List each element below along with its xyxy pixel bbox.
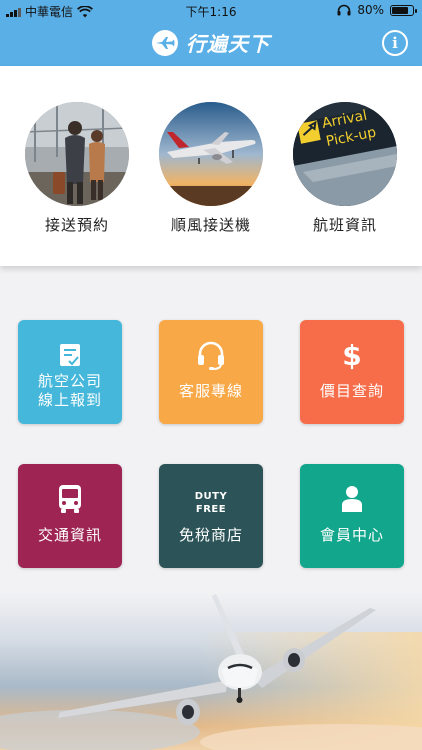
battery-icon [390, 4, 417, 16]
airline-checkin-label: 航空公司 線上報到 [18, 372, 122, 410]
transport-info-tile[interactable]: 交通資訊 [18, 464, 122, 568]
headphones-icon [337, 4, 351, 16]
arrival-sign-photo: Arrival Pick-up [293, 102, 397, 206]
airline-checkin-line2: 線上報到 [37, 391, 102, 409]
brand: 行遍天下 [0, 28, 422, 57]
booking-item[interactable]: 接送預約 [25, 102, 129, 235]
status-right: 80% [337, 3, 417, 17]
price-inquiry-label: 價目查詢 [319, 382, 384, 400]
duty-free-icon: DUTY FREE [159, 488, 263, 518]
headset-icon [159, 340, 263, 370]
bus-icon [18, 484, 122, 514]
member-center-label: 會員中心 [319, 526, 384, 544]
app-header: 中華電信 下午1:16 80% 行遍天下 i [0, 0, 422, 66]
dollar-icon: $ [342, 338, 362, 372]
travelers-photo [25, 102, 129, 206]
flight-info-item[interactable]: Arrival Pick-up 航班資訊 [293, 102, 397, 235]
booking-label: 接送預約 [44, 216, 109, 234]
battery-percent: 80% [357, 3, 384, 17]
user-icon [300, 484, 404, 514]
transport-info-label: 交通資訊 [37, 526, 102, 544]
member-center-tile[interactable]: 會員中心 [300, 464, 404, 568]
airplane-banner-image [0, 592, 422, 750]
duty-free-tile[interactable]: DUTY FREE 免稅商店 [159, 464, 263, 568]
airline-checkin-line1: 航空公司 [37, 372, 102, 390]
duty-text: DUTY [194, 491, 228, 502]
app-title: 行遍天下 [186, 32, 270, 56]
rideshare-label: 順風接送機 [170, 216, 251, 234]
rideshare-item[interactable]: 順風接送機 [159, 102, 263, 235]
price-inquiry-tile[interactable]: $ 價目查詢 [300, 320, 404, 424]
flight-info-label: 航班資訊 [312, 216, 377, 234]
duty-free-label: 免稅商店 [178, 526, 243, 544]
customer-service-tile[interactable]: 客服專線 [159, 320, 263, 424]
free-text: FREE [195, 504, 227, 515]
info-button[interactable]: i [382, 30, 408, 56]
checkin-icon [18, 340, 122, 370]
customer-service-label: 客服專線 [178, 382, 243, 400]
featured-menu: 接送預約 順風接送機 Arrival Pick-up 航班資訊 [0, 66, 422, 266]
airplane-takeoff-photo [159, 102, 263, 206]
status-bar: 中華電信 下午1:16 80% [0, 0, 422, 22]
plane-logo-icon [152, 29, 178, 56]
airline-checkin-tile[interactable]: 航空公司 線上報到 [18, 320, 122, 424]
